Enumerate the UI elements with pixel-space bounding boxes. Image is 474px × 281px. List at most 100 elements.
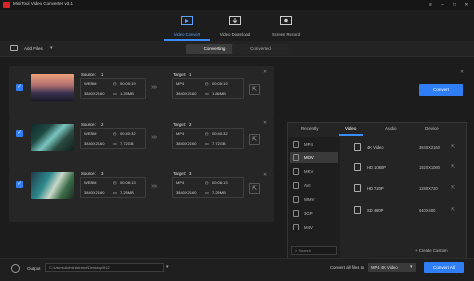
edit-icon[interactable]: ⇱ — [451, 164, 455, 170]
panel-tab-indicator — [339, 134, 363, 136]
target-label: Target: — [173, 122, 187, 127]
format-item[interactable]: M4V — [290, 222, 338, 230]
resolution-item[interactable]: HD 720P 1280X720 ⇱ — [350, 180, 462, 197]
source-label: Source: — [81, 122, 96, 127]
folder-icon: ▭ — [205, 141, 209, 146]
convert-button[interactable]: Convert — [419, 84, 463, 96]
add-files-button[interactable]: Add Files — [24, 46, 43, 51]
panel-tab-audio[interactable]: Audio — [385, 126, 397, 131]
close-row-icon[interactable]: ✕ — [460, 69, 464, 75]
edit-icon[interactable]: ⇱ — [451, 207, 455, 213]
remove-task-icon[interactable]: ✕ — [263, 172, 267, 178]
target-index: 2 — [189, 122, 192, 127]
folder-icon: ▭ — [113, 190, 117, 195]
video-file-icon — [354, 206, 361, 214]
create-custom-button[interactable]: + Create Custom — [415, 248, 448, 253]
minimize-icon[interactable]: – — [438, 0, 447, 10]
src-duration: 00:40:32 — [120, 131, 136, 136]
panel-tab-device[interactable]: Device — [425, 126, 439, 131]
video-file-icon — [354, 184, 361, 192]
arrow-icon: ›››› — [151, 134, 157, 141]
panel-tab-recently[interactable]: Recently — [301, 126, 319, 131]
resolution-item[interactable]: 4K Video 3840X2160 ⇱ — [350, 139, 462, 156]
edit-icon[interactable]: ⇱ — [451, 185, 455, 191]
folder-icon: ▭ — [113, 91, 117, 96]
video-file-icon — [293, 224, 299, 230]
edit-target-icon[interactable]: ⇱ — [249, 84, 260, 95]
format-item[interactable]: AVI — [290, 180, 338, 191]
clock-icon: ◷ — [205, 180, 209, 185]
source-index: 2 — [101, 122, 104, 127]
video-thumbnail[interactable] — [31, 124, 74, 151]
src-size: 7.25MB — [120, 190, 134, 195]
app-title: MiniTool Video Converter v3.1 — [13, 1, 73, 6]
format-item[interactable]: 3GP — [290, 208, 338, 219]
arrow-icon: ›››› — [151, 183, 157, 190]
remove-task-icon[interactable]: ✕ — [263, 69, 267, 75]
target-label: Target: — [173, 72, 187, 77]
nav-video-convert[interactable]: Video Convert — [164, 12, 210, 40]
clock-icon: ◷ — [113, 180, 117, 185]
dst-format: MP4 — [176, 180, 185, 185]
edit-icon[interactable]: ⇱ — [451, 144, 455, 150]
nav-label: Video Download — [219, 32, 251, 37]
nav-screen-record[interactable]: Screen Record — [263, 12, 309, 40]
format-search-input[interactable]: ⌕ Search — [291, 246, 337, 255]
resolution-item[interactable]: SD 480P 640X480 ⇱ — [350, 202, 462, 219]
convert-all-button[interactable]: Convert All — [424, 262, 464, 273]
convert-all-label: Convert all files to — [330, 265, 365, 270]
output-path-field[interactable]: C:\Users\Administrator\Desktop\tt12 — [45, 263, 164, 272]
video-file-icon — [293, 210, 299, 217]
clock-icon: ◷ — [205, 81, 209, 86]
src-resolution: 3840X2160 — [84, 190, 105, 195]
dst-format: MP4 — [176, 81, 185, 86]
menu-icon[interactable]: ≡ — [426, 0, 435, 10]
task-checkbox[interactable]: ✓ — [16, 84, 23, 91]
screen-record-icon — [280, 16, 292, 25]
source-index: 3 — [101, 171, 104, 176]
maximize-icon[interactable]: □ — [450, 0, 459, 10]
video-thumbnail[interactable] — [31, 74, 74, 101]
video-file-icon — [293, 154, 299, 161]
folder-icon: ▭ — [205, 91, 209, 96]
format-item[interactable]: MP4 — [290, 139, 338, 150]
dst-size: 1.86MB — [212, 91, 226, 96]
source-label: Source: — [81, 171, 96, 176]
chevron-down-icon[interactable]: ▾ — [166, 264, 169, 270]
src-duration: 00:08:13 — [120, 180, 136, 185]
edit-target-icon[interactable]: ⇱ — [249, 183, 260, 194]
convert-all-format-select[interactable]: MP4 4K Video — [368, 263, 416, 272]
dst-size: 7.72GB — [212, 141, 226, 146]
tab-converted[interactable]: Converted — [232, 44, 289, 54]
target-label: Target: — [173, 171, 187, 176]
src-resolution: 3840X2160 — [84, 141, 105, 146]
task-checkbox[interactable]: ✓ — [16, 130, 23, 137]
clock-icon: ◷ — [113, 131, 117, 136]
video-thumbnail[interactable] — [31, 172, 74, 199]
output-label: Output — [27, 266, 41, 271]
video-convert-icon — [181, 16, 193, 25]
dst-resolution: 3840X2160 — [176, 141, 197, 146]
nav-video-download[interactable]: Video Download — [212, 12, 258, 40]
resolution-item[interactable]: HD 1080P 1920X1080 ⇱ — [350, 159, 462, 176]
close-icon[interactable]: ✕ — [462, 0, 471, 10]
nav-label: Video Convert — [173, 32, 201, 37]
format-item[interactable]: WMV — [290, 194, 338, 205]
video-file-icon — [293, 168, 299, 175]
format-item[interactable]: MOV — [290, 152, 338, 163]
chevron-down-icon[interactable]: ▾ — [410, 264, 413, 270]
dst-resolution: 3840X2160 — [176, 190, 197, 195]
src-resolution: 3840X2160 — [84, 91, 105, 96]
clock-icon: ◷ — [205, 131, 209, 136]
remove-task-icon[interactable]: ✕ — [263, 120, 267, 126]
schedule-icon[interactable] — [11, 264, 20, 273]
dst-duration: 00:08:13 — [212, 180, 228, 185]
edit-target-icon[interactable]: ⇱ — [249, 134, 260, 145]
video-download-icon — [229, 16, 241, 25]
chevron-down-icon[interactable]: ▾ — [50, 45, 53, 51]
panel-tab-video[interactable]: Video — [345, 126, 356, 131]
format-item[interactable]: MKV — [290, 166, 338, 177]
add-files-icon[interactable] — [10, 45, 18, 51]
video-file-icon — [293, 182, 299, 189]
task-checkbox[interactable]: ✓ — [16, 181, 23, 188]
